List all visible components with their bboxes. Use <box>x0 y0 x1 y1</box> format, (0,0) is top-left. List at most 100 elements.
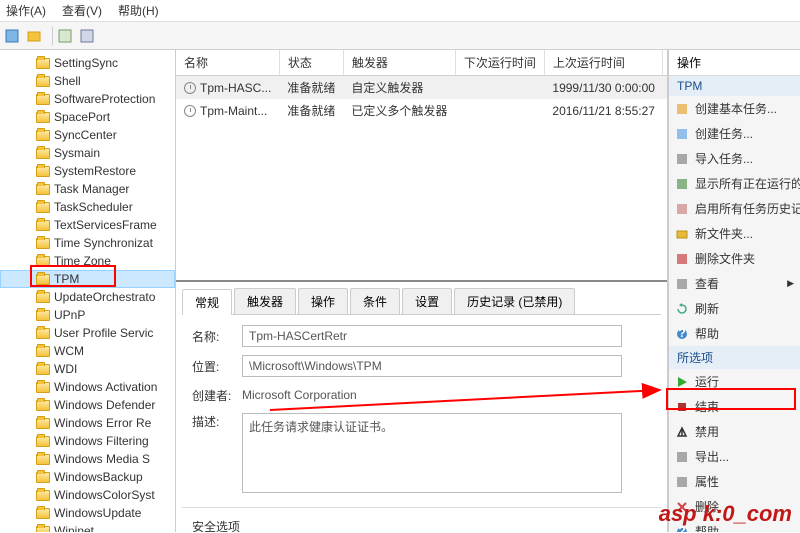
help-icon[interactable] <box>79 28 95 44</box>
menu-help[interactable]: 帮助(H) <box>118 2 159 19</box>
folder-icon <box>36 58 50 69</box>
task-icon <box>675 127 689 141</box>
disable-icon <box>675 425 689 439</box>
folder-icon <box>36 508 50 519</box>
col-name[interactable]: 名称 <box>176 50 279 76</box>
tab-history[interactable]: 历史记录 (已禁用) <box>454 288 575 314</box>
deletex-icon <box>675 500 689 514</box>
folder-icon <box>36 220 50 231</box>
tree-item-wininet[interactable]: Wininet <box>0 522 175 532</box>
back-icon[interactable] <box>4 28 20 44</box>
menu-view[interactable]: 查看(V) <box>62 2 102 19</box>
tree-item-wdi[interactable]: WDI <box>0 360 175 378</box>
tree-item-label: Task Manager <box>54 182 129 196</box>
col-lastrun[interactable]: 上次运行时间 <box>544 50 663 76</box>
menu-op[interactable]: 操作(A) <box>6 2 46 19</box>
tree-item-time-synchronizat[interactable]: Time Synchronizat <box>0 234 175 252</box>
action--[interactable]: 启用所有任务历史记 <box>669 196 800 221</box>
tree-item-windows-media-s[interactable]: Windows Media S <box>0 450 175 468</box>
tree-item-label: SpacePort <box>54 110 110 124</box>
help-icon: ? <box>675 525 689 533</box>
folder-icon[interactable] <box>26 28 42 44</box>
action--[interactable]: 运行 <box>669 369 800 394</box>
tree-pane[interactable]: SettingSyncShellSoftwareProtection SpaceP… <box>0 50 176 532</box>
col-status[interactable]: 状态 <box>279 50 343 76</box>
tree-item-synccenter[interactable]: SyncCenter <box>0 126 175 144</box>
tree-item-spaceport[interactable]: SpacePort <box>0 108 175 126</box>
stop-icon <box>675 400 689 414</box>
col-nextrun[interactable]: 下次运行时间 <box>455 50 544 76</box>
actions-section-selected: 所选项 <box>669 346 800 369</box>
tree-item-label: TaskScheduler <box>54 200 133 214</box>
tree-item-softwareprotection[interactable]: SoftwareProtection <box>0 90 175 108</box>
action--[interactable]: 属性 <box>669 469 800 494</box>
action--[interactable]: 查看▶ <box>669 271 800 296</box>
tree-item-windowsupdate[interactable]: WindowsUpdate <box>0 504 175 522</box>
action--[interactable]: 禁用 <box>669 419 800 444</box>
folder-icon <box>36 382 50 393</box>
tree-item-label: UpdateOrchestrato <box>54 290 155 304</box>
action--[interactable]: ? 帮助 <box>669 519 800 532</box>
task-row[interactable]: Tpm-HASC...准备就绪自定义触发器1999/11/30 0:00:00任… <box>176 76 667 100</box>
tree-item-windows-error-re[interactable]: Windows Error Re <box>0 414 175 432</box>
tree-item-windows-activation[interactable]: Windows Activation <box>0 378 175 396</box>
tree-item-label: WCM <box>54 344 84 358</box>
tab-settings[interactable]: 设置 <box>402 288 452 314</box>
action--[interactable]: 创建基本任务... <box>669 96 800 121</box>
tree-item-systemrestore[interactable]: SystemRestore <box>0 162 175 180</box>
action--[interactable]: ?帮助 <box>669 321 800 346</box>
folder-icon <box>36 472 50 483</box>
action--[interactable]: 导入任务... <box>669 146 800 171</box>
action--[interactable]: 删除文件夹 <box>669 246 800 271</box>
action-label: 帮助 <box>695 325 719 342</box>
tree-item-sysmain[interactable]: Sysmain <box>0 144 175 162</box>
tree-item-tpm[interactable]: TPM <box>0 270 175 288</box>
task-list[interactable]: 名称 状态 触发器 下次运行时间 上次运行时间 上次 Tpm-HASC...准备… <box>176 50 667 282</box>
tree-item-time-zone[interactable]: Time Zone <box>0 252 175 270</box>
tree-item-taskscheduler[interactable]: TaskScheduler <box>0 198 175 216</box>
tab-actions[interactable]: 操作 <box>298 288 348 314</box>
tab-conditions[interactable]: 条件 <box>350 288 400 314</box>
tree-item-windowsbackup[interactable]: WindowsBackup <box>0 468 175 486</box>
action--[interactable]: 创建任务... <box>669 121 800 146</box>
tree-item-task-manager[interactable]: Task Manager <box>0 180 175 198</box>
task-table: 名称 状态 触发器 下次运行时间 上次运行时间 上次 Tpm-HASC...准备… <box>176 50 667 122</box>
task-row[interactable]: Tpm-Maint...准备就绪已定义多个触发器2016/11/21 8:55:… <box>176 99 667 122</box>
col-lastres[interactable]: 上次 <box>663 50 667 76</box>
tree-item-shell[interactable]: Shell <box>0 72 175 90</box>
tree-item-label: Windows Defender <box>54 398 155 412</box>
tree-item-label: Wininet <box>54 524 94 532</box>
action-label: 显示所有正在运行的 <box>695 175 800 192</box>
action--[interactable]: 刷新 <box>669 296 800 321</box>
tree-item-textservicesframe[interactable]: TextServicesFrame <box>0 216 175 234</box>
action-label: 帮助 <box>695 523 719 532</box>
task-icon <box>184 105 196 117</box>
location-field <box>242 355 622 377</box>
tree-item-upnp[interactable]: UPnP <box>0 306 175 324</box>
action--[interactable]: 显示所有正在运行的 <box>669 171 800 196</box>
actions-pane: 操作 TPM 创建基本任务...创建任务...导入任务...显示所有正在运行的启… <box>668 50 800 532</box>
tab-general[interactable]: 常规 <box>182 289 232 315</box>
tree-item-updateorchestrato[interactable]: UpdateOrchestrato <box>0 288 175 306</box>
action--[interactable]: 结束 <box>669 394 800 419</box>
action--[interactable]: 删除 <box>669 494 800 519</box>
col-trigger[interactable]: 触发器 <box>343 50 455 76</box>
author-label: 创建者: <box>192 387 242 404</box>
folder-icon <box>36 76 50 87</box>
action--[interactable]: 导出... <box>669 444 800 469</box>
tree-item-label: WindowsBackup <box>54 470 143 484</box>
refresh-icon <box>675 302 689 316</box>
desc-field[interactable] <box>242 413 622 493</box>
tree-item-windowscolorsyst[interactable]: WindowsColorSyst <box>0 486 175 504</box>
tree-item-wcm[interactable]: WCM <box>0 342 175 360</box>
name-field[interactable] <box>242 325 622 347</box>
tree-item-user-profile-servic[interactable]: User Profile Servic <box>0 324 175 342</box>
tree-item-label: TextServicesFrame <box>54 218 157 232</box>
tree-item-windows-filtering[interactable]: Windows Filtering <box>0 432 175 450</box>
action--[interactable]: 新文件夹... <box>669 221 800 246</box>
tree-item-windows-defender[interactable]: Windows Defender <box>0 396 175 414</box>
tab-triggers[interactable]: 触发器 <box>234 288 296 314</box>
tree-item-settingsync[interactable]: SettingSync <box>0 54 175 72</box>
refresh-icon[interactable] <box>57 28 73 44</box>
folder-icon <box>36 274 50 285</box>
